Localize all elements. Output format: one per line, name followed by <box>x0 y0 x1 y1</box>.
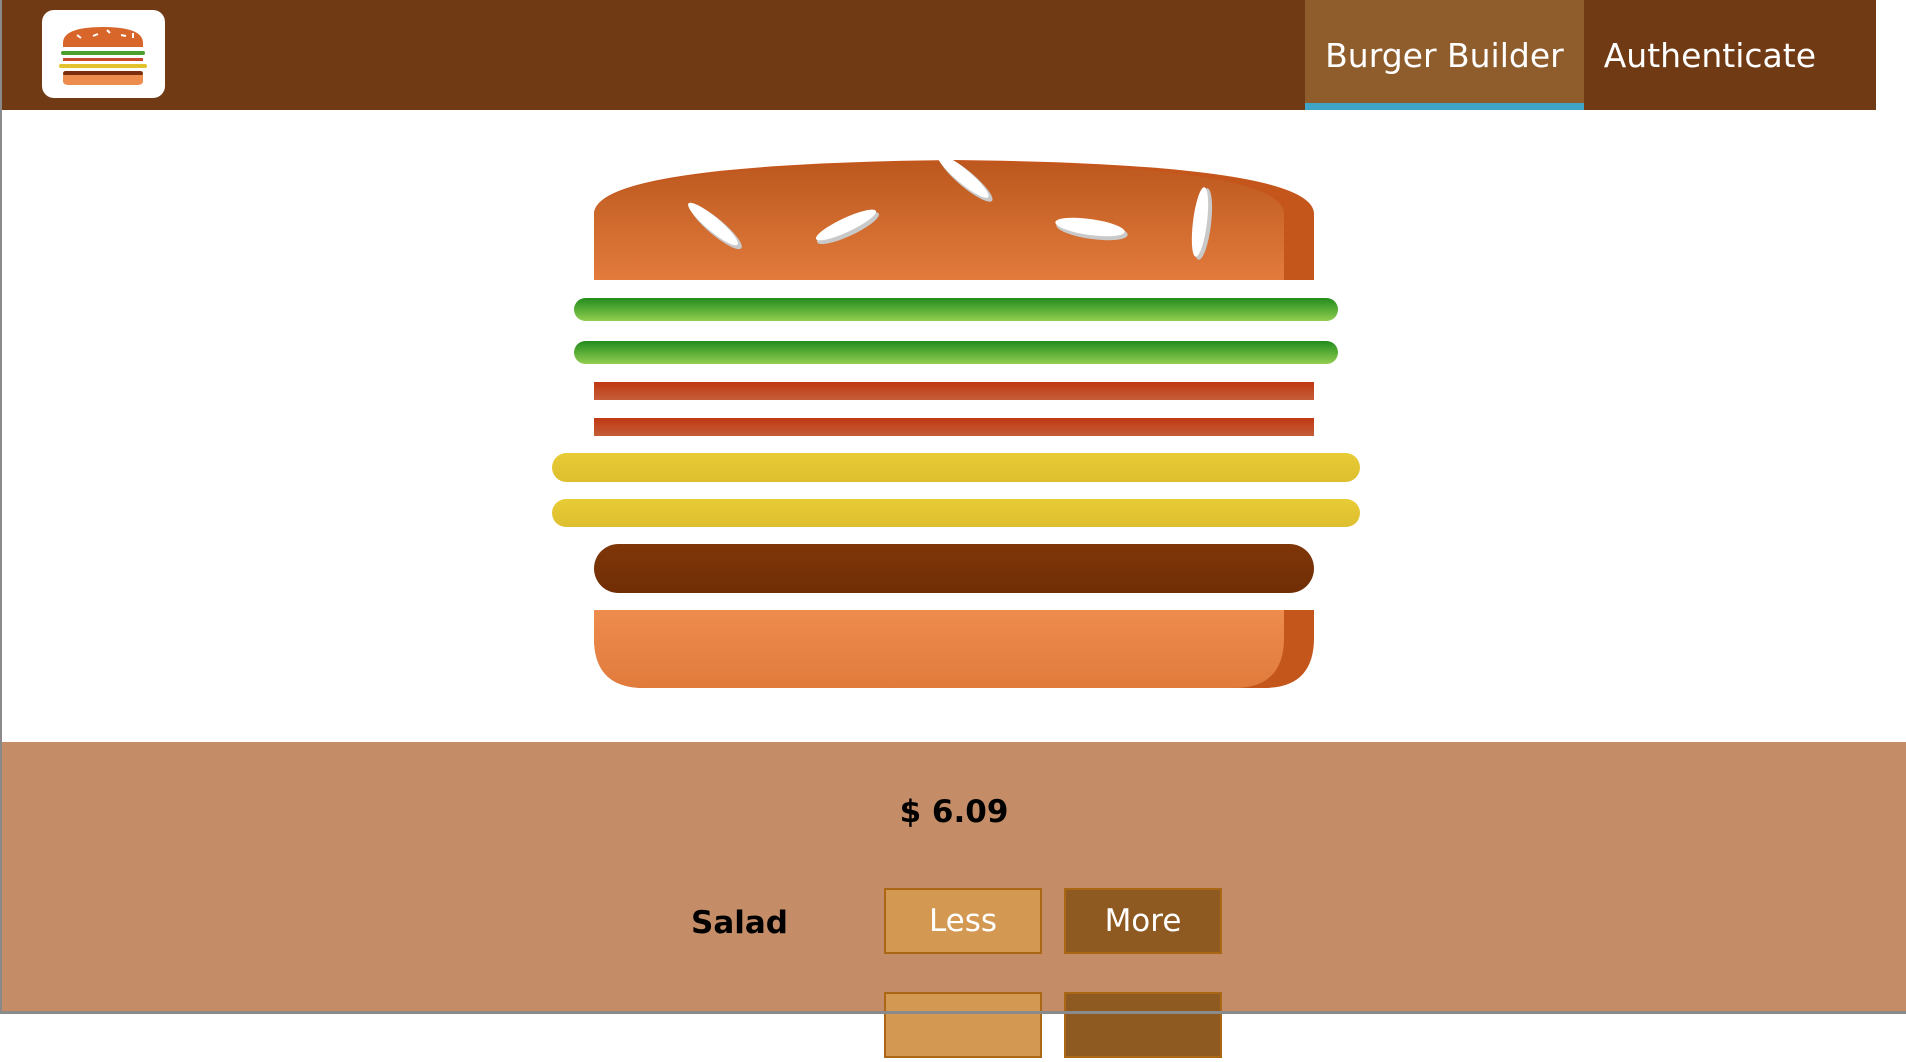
burger-logo-icon[interactable] <box>42 10 165 98</box>
salad-layer <box>574 341 1338 364</box>
current-price: $ 6.09 <box>899 794 1009 830</box>
less-button-label: Less <box>928 903 998 939</box>
nav-items: Burger Builder Authenticate <box>1305 0 1876 110</box>
bacon-layer <box>594 418 1314 436</box>
ingredient-label: Salad <box>691 905 788 941</box>
nav-item-burger-builder[interactable]: Burger Builder <box>1305 0 1584 110</box>
more-button[interactable]: More <box>1064 888 1222 954</box>
meat-layer <box>594 544 1314 593</box>
nav-item-label: Burger Builder <box>1325 35 1564 75</box>
nav-item-label: Authenticate <box>1603 35 1816 75</box>
burger-preview <box>2 110 1906 742</box>
nav-item-authenticate[interactable]: Authenticate <box>1584 0 1876 110</box>
bread-top <box>594 154 1314 280</box>
bread-bottom <box>594 610 1314 688</box>
build-control-row-partial <box>2 992 1906 1062</box>
salad-layer <box>574 298 1338 321</box>
less-button[interactable]: Less <box>884 888 1042 954</box>
cheese-layer <box>552 499 1360 527</box>
bacon-layer <box>594 382 1314 400</box>
cheese-layer <box>552 453 1360 482</box>
toolbar: Burger Builder Authenticate <box>2 0 1876 110</box>
less-button[interactable] <box>884 992 1042 1058</box>
build-controls: $ 6.09 Salad Less More <box>2 742 1906 1058</box>
more-button[interactable] <box>1064 992 1222 1058</box>
more-button-label: More <box>1104 903 1182 939</box>
build-control-row: Salad Less More <box>2 888 1906 958</box>
